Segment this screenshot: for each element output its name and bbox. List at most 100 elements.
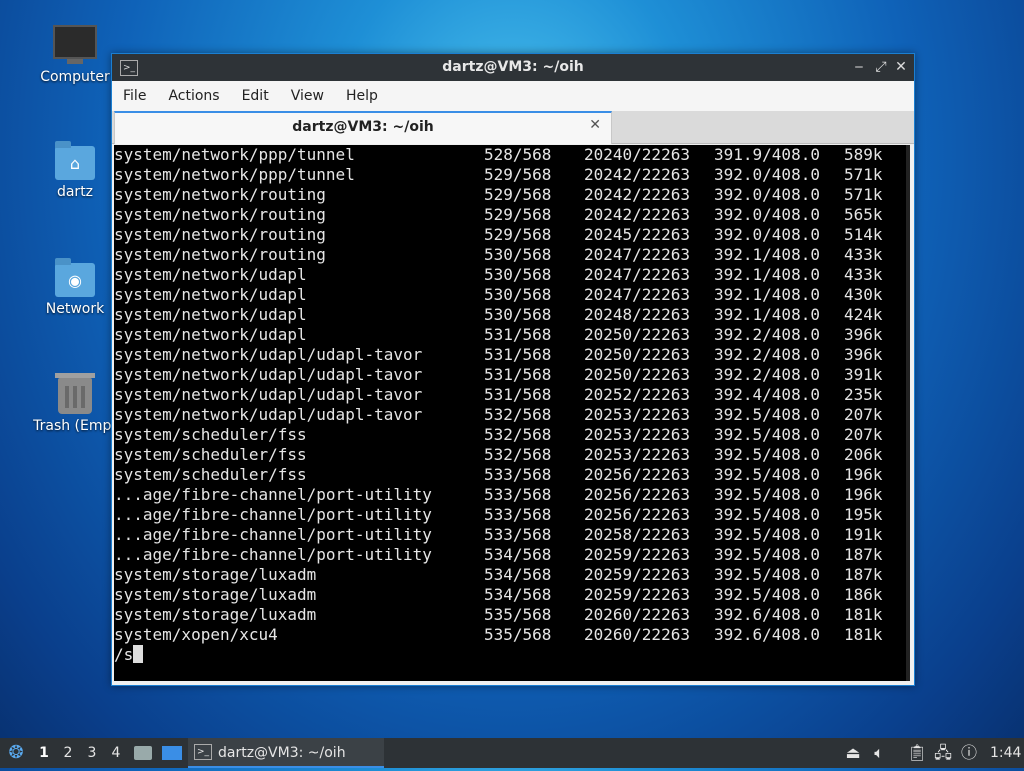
maximize-button[interactable]: ⤢	[872, 58, 890, 76]
menu-edit[interactable]: Edit	[231, 81, 280, 111]
notification-icon[interactable]: ⓘ	[958, 738, 980, 768]
download-size: 392.5/408.0	[714, 545, 820, 564]
package-name: system/network/udapl	[114, 265, 307, 284]
minimize-button[interactable]: ‒	[850, 58, 868, 76]
workspace-1[interactable]: 1	[33, 738, 55, 768]
eject-icon[interactable]: ⏏	[842, 738, 864, 768]
terminal-prompt[interactable]: /s	[114, 645, 910, 665]
package-name: system/scheduler/fss	[114, 465, 307, 484]
terminal-line: system/network/udapl/udapl-tavor 531/568 2…	[114, 345, 910, 365]
package-name: system/network/udapl/udapl-tavor	[114, 385, 423, 404]
network-folder-icon: ◉	[55, 258, 95, 297]
package-name: system/scheduler/fss	[114, 445, 307, 464]
workspace-3[interactable]: 3	[81, 738, 103, 768]
package-name: ...age/fibre-channel/port-utility	[114, 505, 432, 524]
download-size: 392.1/408.0	[714, 285, 820, 304]
action-count: 20256/22263	[584, 485, 690, 504]
package-name: ...age/fibre-channel/port-utility	[114, 485, 432, 504]
workspace-4[interactable]: 4	[105, 738, 127, 768]
package-name: system/network/routing	[114, 225, 326, 244]
desktop-icon-home[interactable]: ⌂ dartz	[30, 141, 120, 200]
terminal-task-icon: >_	[194, 744, 212, 760]
terminal-tab[interactable]: dartz@VM3: ~/oih ✕	[114, 111, 612, 144]
show-desktop-icon[interactable]	[162, 738, 184, 768]
package-name: system/network/udapl/udapl-tavor	[114, 405, 423, 424]
menu-view[interactable]: View	[280, 81, 335, 111]
terminal-line: system/storage/luxadm 534/568 20259/22263 3…	[114, 585, 910, 605]
terminal-line: system/network/ppp/tunnel 529/568 20242/22…	[114, 165, 910, 185]
package-name: system/network/udapl	[114, 305, 307, 324]
transfer-speed: 207k	[844, 405, 883, 424]
transfer-speed: 396k	[844, 345, 883, 364]
terminal-output[interactable]: system/network/ppp/tunnel 528/568 20240/22…	[114, 145, 910, 681]
transfer-speed: 195k	[844, 505, 883, 524]
transfer-speed: 181k	[844, 605, 883, 624]
file-manager-launcher-icon[interactable]	[134, 738, 154, 768]
terminal-line: system/scheduler/fss 532/568 20253/22263 39…	[114, 425, 910, 445]
package-name: system/scheduler/fss	[114, 425, 307, 444]
terminal-line: system/network/udapl 531/568 20250/22263 39…	[114, 325, 910, 345]
terminal-line: system/scheduler/fss 533/568 20256/22263 39…	[114, 465, 910, 485]
terminal-line: system/network/routing 529/568 20242/22263…	[114, 205, 910, 225]
action-count: 20259/22263	[584, 565, 690, 584]
menu-file[interactable]: File	[112, 81, 157, 111]
workspace-2[interactable]: 2	[57, 738, 79, 768]
terminal-line: system/scheduler/fss 532/568 20253/22263 39…	[114, 445, 910, 465]
terminal-line: ...age/fibre-channel/port-utility 533/568…	[114, 505, 910, 525]
action-count: 20250/22263	[584, 365, 690, 384]
menu-actions[interactable]: Actions	[157, 81, 230, 111]
download-size: 392.0/408.0	[714, 205, 820, 224]
package-name: ...age/fibre-channel/port-utility	[114, 545, 432, 564]
package-name: system/network/ppp/tunnel	[114, 145, 355, 164]
package-name: ...age/fibre-channel/port-utility	[114, 525, 432, 544]
download-size: 392.5/408.0	[714, 505, 820, 524]
clock[interactable]: 1:44	[990, 738, 1021, 768]
download-size: 392.2/408.0	[714, 365, 820, 384]
network-status-icon[interactable]: 🖧︎	[932, 738, 954, 768]
package-name: system/network/udapl/udapl-tavor	[114, 365, 423, 384]
window-titlebar[interactable]: >_ dartz@VM3: ~/oih ‒ ⤢ ✕	[112, 54, 914, 81]
desktop-icon-computer[interactable]: Computer	[30, 25, 120, 85]
package-count: 534/568	[484, 545, 552, 564]
text-cursor	[133, 645, 144, 663]
desktop-icon-label: Network	[45, 301, 105, 317]
package-count: 531/568	[484, 345, 552, 364]
desktop-icon-trash[interactable]: Trash (Empt	[30, 373, 120, 434]
package-count: 529/568	[484, 205, 552, 224]
close-button[interactable]: ✕	[892, 58, 910, 76]
terminal-window: >_ dartz@VM3: ~/oih ‒ ⤢ ✕ File Actions Edi…	[111, 53, 915, 686]
package-count: 531/568	[484, 325, 552, 344]
package-count: 529/568	[484, 225, 552, 244]
action-count: 20258/22263	[584, 525, 690, 544]
start-menu-icon[interactable]: ❂	[4, 738, 28, 768]
terminal-line: system/network/ppp/tunnel 528/568 20240/22…	[114, 145, 910, 165]
terminal-line: system/network/routing 529/568 20245/22263…	[114, 225, 910, 245]
package-name: system/storage/luxadm	[114, 605, 317, 624]
action-count: 20247/22263	[584, 245, 690, 264]
download-size: 392.6/408.0	[714, 605, 820, 624]
transfer-speed: 571k	[844, 165, 883, 184]
clipboard-icon[interactable]: 📋︎	[906, 738, 928, 768]
terminal-line: system/network/udapl/udapl-tavor 532/568 2…	[114, 405, 910, 425]
desktop-icon-network[interactable]: ◉ Network	[30, 258, 120, 317]
menu-help[interactable]: Help	[335, 81, 389, 111]
package-count: 534/568	[484, 565, 552, 584]
action-count: 20242/22263	[584, 185, 690, 204]
download-size: 392.5/408.0	[714, 485, 820, 504]
terminal-line: ...age/fibre-channel/port-utility 533/568…	[114, 485, 910, 505]
package-count: 531/568	[484, 385, 552, 404]
volume-icon[interactable]: 🔈︎	[868, 738, 890, 768]
tab-close-button[interactable]: ✕	[589, 117, 601, 133]
package-count: 532/568	[484, 405, 552, 424]
action-count: 20247/22263	[584, 265, 690, 284]
package-count: 533/568	[484, 485, 552, 504]
action-count: 20252/22263	[584, 385, 690, 404]
transfer-speed: 391k	[844, 365, 883, 384]
terminal-line: system/network/udapl/udapl-tavor 531/568 2…	[114, 365, 910, 385]
action-count: 20260/22263	[584, 605, 690, 624]
terminal-scrollbar[interactable]	[906, 145, 910, 681]
transfer-speed: 187k	[844, 565, 883, 584]
taskbar-task-terminal[interactable]: >_ dartz@VM3: ~/oih	[188, 738, 384, 768]
terminal-line: ...age/fibre-channel/port-utility 533/568…	[114, 525, 910, 545]
action-count: 20259/22263	[584, 585, 690, 604]
